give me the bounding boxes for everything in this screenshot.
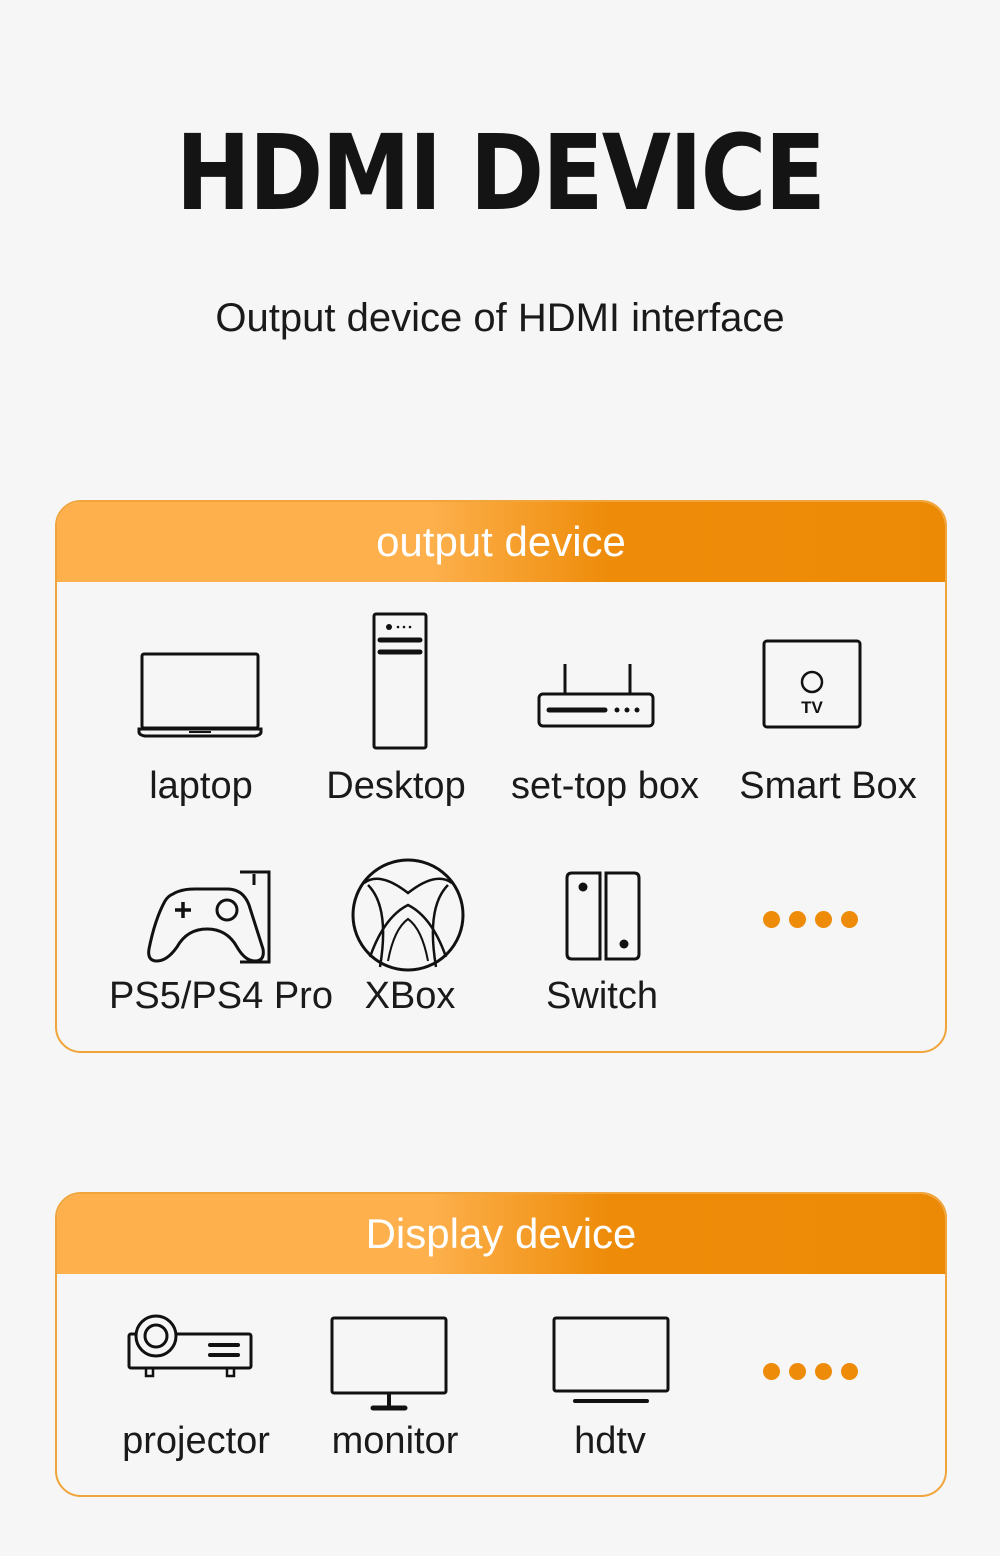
output-device-title: output device: [376, 518, 626, 565]
display-device-title: Display device: [365, 1210, 637, 1257]
hdtv-icon: [552, 1316, 670, 1403]
output-device-card: output device laptop Desktop set-top box…: [55, 500, 947, 1053]
page-title: HDMI DEVICE: [175, 112, 826, 234]
item-label-smart-box: Smart Box: [739, 765, 917, 807]
more-displays-dots-icon: [763, 1363, 858, 1380]
laptop-icon: [137, 652, 263, 738]
display-device-card: Display device projector monitor hdtv: [55, 1192, 947, 1497]
item-label-laptop: laptop: [149, 765, 253, 807]
item-label-ps5-ps4-pro: PS5/PS4 Pro: [109, 975, 333, 1017]
item-label-monitor: monitor: [331, 1420, 459, 1462]
monitor-icon: [330, 1316, 448, 1411]
set-top-box-icon: [537, 664, 655, 728]
item-label-hdtv: hdtv: [574, 1420, 646, 1462]
smart-tv-box-icon: TV: [762, 639, 862, 729]
nintendo-switch-icon: [565, 871, 641, 961]
desktop-tower-icon: [372, 612, 428, 750]
page-subtitle: Output device of HDMI interface: [215, 296, 785, 340]
output-device-header: output device: [57, 502, 945, 582]
item-label-desktop: Desktop: [326, 765, 466, 807]
item-label-set-top-box: set-top box: [511, 765, 699, 807]
more-devices-dots-icon: [763, 911, 858, 928]
item-label-projector: projector: [122, 1420, 270, 1462]
game-controller-icon: [147, 870, 271, 964]
item-label-switch: Switch: [546, 975, 658, 1017]
xbox-logo-icon: [351, 858, 465, 972]
projector-icon: [127, 1314, 253, 1378]
tv-badge-text: TV: [801, 698, 823, 717]
item-label-xbox: XBox: [364, 975, 456, 1017]
display-device-header: Display device: [57, 1194, 945, 1274]
